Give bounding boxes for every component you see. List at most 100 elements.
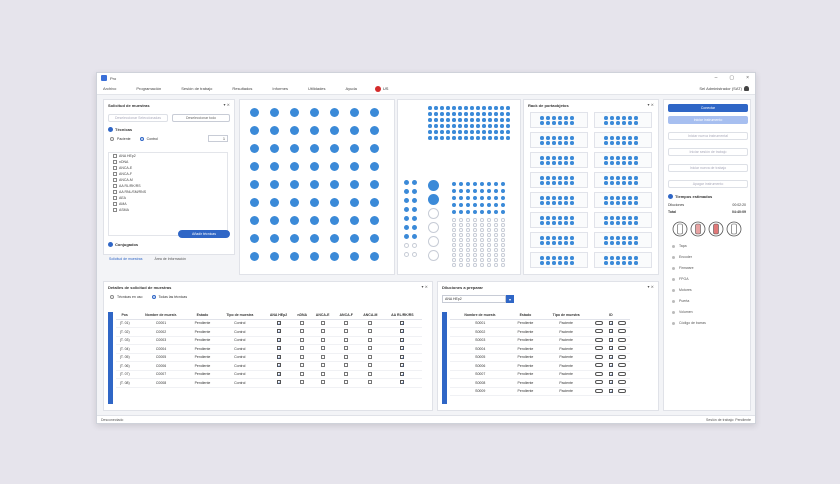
technique-checkbox[interactable]: [368, 337, 373, 342]
used-techniques-radio[interactable]: [110, 295, 114, 299]
details-pin-icon[interactable]: ▾ ⨯: [422, 284, 428, 289]
tube-well[interactable]: [494, 238, 498, 242]
tube-well[interactable]: [622, 156, 626, 160]
tube-well[interactable]: [546, 261, 550, 265]
tube-well[interactable]: [622, 181, 626, 185]
panel-pin-icon[interactable]: ▾ ⨯: [224, 102, 230, 107]
tube-well[interactable]: [546, 136, 550, 140]
tube-well[interactable]: [494, 253, 498, 257]
column-header[interactable]: Tipo de muestra: [540, 312, 592, 320]
technique-checkbox[interactable]: [113, 166, 117, 170]
tube-well[interactable]: [610, 141, 614, 145]
tube-well[interactable]: [610, 161, 614, 165]
user-info[interactable]: Sel Administrador (SAT): [699, 86, 749, 91]
tube-well[interactable]: [616, 241, 620, 245]
tube-well[interactable]: [428, 124, 432, 128]
tube-well[interactable]: [428, 194, 439, 205]
tube-well[interactable]: [459, 189, 463, 193]
tube-well[interactable]: [290, 252, 299, 261]
tube-well[interactable]: [404, 198, 409, 203]
table-row[interactable]: (T. 01) C0001 Pendiente Control: [116, 319, 422, 328]
slide-holder[interactable]: [594, 112, 652, 128]
tube-well[interactable]: [628, 156, 632, 160]
tube-well[interactable]: [610, 201, 614, 205]
tube-well[interactable]: [540, 136, 544, 140]
tube-well[interactable]: [464, 124, 468, 128]
tube-well[interactable]: [564, 121, 568, 125]
tube-well[interactable]: [466, 238, 470, 242]
tube-well[interactable]: [564, 141, 568, 145]
tube-well[interactable]: [616, 201, 620, 205]
tube-well[interactable]: [622, 161, 626, 165]
technique-checkbox[interactable]: [344, 337, 349, 342]
tube-well[interactable]: [558, 121, 562, 125]
column-header[interactable]: Pos: [116, 312, 134, 320]
tube-well[interactable]: [428, 112, 432, 116]
tube-well[interactable]: [634, 256, 638, 260]
tube-well[interactable]: [452, 136, 456, 140]
tube-well[interactable]: [628, 236, 632, 240]
tube-well[interactable]: [466, 210, 470, 214]
tube-well[interactable]: [506, 136, 510, 140]
tube-well[interactable]: [440, 112, 444, 116]
technique-checkbox[interactable]: [400, 329, 405, 334]
tube-well[interactable]: [501, 189, 505, 193]
tube-well[interactable]: [404, 180, 409, 185]
tube-well[interactable]: [466, 258, 470, 262]
tube-well[interactable]: [570, 216, 574, 220]
patient-radio[interactable]: [110, 137, 114, 141]
tube-well[interactable]: [552, 116, 556, 120]
tube-well[interactable]: [570, 121, 574, 125]
tube-well[interactable]: [452, 203, 456, 207]
tube-well[interactable]: [501, 248, 505, 252]
technique-checkbox[interactable]: [276, 363, 281, 368]
tube-well[interactable]: [482, 136, 486, 140]
tube-well[interactable]: [466, 182, 470, 186]
tube-well[interactable]: [250, 108, 259, 117]
tube-well[interactable]: [558, 216, 562, 220]
tube-well[interactable]: [412, 198, 417, 203]
tube-well[interactable]: [494, 130, 498, 134]
deselect-all-button[interactable]: Deseleccionar todo: [172, 114, 230, 122]
maximize-icon[interactable]: ▢: [729, 75, 734, 81]
tube-well[interactable]: [558, 181, 562, 185]
tube-well[interactable]: [634, 116, 638, 120]
tube-well[interactable]: [480, 196, 484, 200]
tube-well[interactable]: [459, 238, 463, 242]
technique-checkbox[interactable]: [113, 160, 117, 164]
tube-well[interactable]: [622, 176, 626, 180]
tube-well[interactable]: [464, 118, 468, 122]
tube-well[interactable]: [616, 216, 620, 220]
tube-well[interactable]: [452, 263, 456, 267]
technique-checkbox[interactable]: [276, 380, 281, 385]
tube-well[interactable]: [564, 216, 568, 220]
technique-checkbox[interactable]: [368, 320, 373, 325]
tube-well[interactable]: [628, 121, 632, 125]
slide-holder[interactable]: [530, 252, 588, 268]
tube-well[interactable]: [404, 216, 409, 221]
column-header[interactable]: Nombre de muestr.: [450, 312, 511, 320]
column-header[interactable]: ANA HEp2: [263, 312, 294, 320]
id-checkbox[interactable]: [608, 320, 613, 326]
tube-well[interactable]: [487, 182, 491, 186]
tube-well[interactable]: [558, 141, 562, 145]
tube-well[interactable]: [412, 252, 417, 257]
tube-well[interactable]: [404, 252, 409, 257]
tube-well[interactable]: [564, 256, 568, 260]
tube-well[interactable]: [628, 201, 632, 205]
tube-well[interactable]: [552, 201, 556, 205]
tube-well[interactable]: [616, 236, 620, 240]
technique-checkbox[interactable]: [344, 380, 349, 385]
tube-well[interactable]: [494, 263, 498, 267]
technique-checkbox[interactable]: [113, 178, 117, 182]
tube-well[interactable]: [506, 118, 510, 122]
tube-well[interactable]: [552, 181, 556, 185]
tube-well[interactable]: [482, 130, 486, 134]
tube-well[interactable]: [459, 253, 463, 257]
tube-well[interactable]: [473, 218, 477, 222]
tube-well[interactable]: [570, 181, 574, 185]
language-selector[interactable]: US: [374, 85, 388, 92]
slide-holder[interactable]: [594, 192, 652, 208]
tube-well[interactable]: [604, 116, 608, 120]
technique-checkbox[interactable]: [368, 354, 373, 359]
